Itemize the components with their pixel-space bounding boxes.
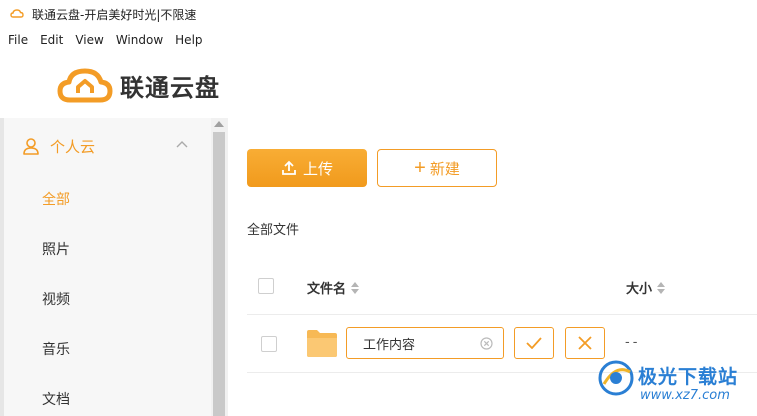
sidebar-item-music[interactable]: 音乐: [4, 324, 210, 374]
watermark-url: www.xz7.com: [640, 388, 730, 403]
watermark: 极光下载站 www.xz7.com: [596, 356, 757, 416]
cloud-logo-icon: [57, 68, 113, 103]
plus-icon: +: [414, 157, 426, 179]
sidebar-item-videos[interactable]: 视频: [4, 274, 210, 324]
menu-bar: File Edit View Window Help: [0, 28, 757, 52]
user-icon: [23, 138, 39, 155]
new-button[interactable]: + 新建: [377, 149, 497, 187]
sidebar: 个人云 全部 照片 视频 音乐 文档: [4, 118, 228, 416]
scroll-up-arrow-icon[interactable]: [214, 121, 224, 127]
sidebar-section-label: 个人云: [50, 137, 96, 156]
row-checkbox[interactable]: [261, 336, 277, 352]
menu-window[interactable]: Window: [116, 33, 163, 47]
column-size-label: 大小: [626, 282, 653, 297]
file-table-header: 文件名 大小: [247, 259, 757, 315]
header: 联通云盘: [0, 52, 757, 118]
upload-button[interactable]: 上传: [247, 149, 367, 187]
new-button-label: 新建: [429, 160, 460, 178]
menu-file[interactable]: File: [8, 33, 28, 47]
sidebar-scroll-thumb[interactable]: [213, 132, 225, 416]
window-title: 联通云盘-开启美好时光|不限速: [32, 7, 197, 22]
chevron-up-icon[interactable]: [176, 140, 188, 148]
column-header-size[interactable]: 大小: [626, 278, 666, 297]
check-icon: [526, 337, 542, 349]
brand-name: 联通云盘: [120, 73, 220, 102]
rename-field[interactable]: [346, 327, 504, 359]
sidebar-item-documents[interactable]: 文档: [4, 374, 210, 416]
column-header-name[interactable]: 文件名: [307, 278, 360, 297]
sidebar-item-all[interactable]: 全部: [4, 174, 210, 224]
file-size: --: [625, 335, 641, 350]
watermark-title: 极光下载站: [638, 366, 739, 388]
column-name-label: 文件名: [307, 282, 347, 297]
close-icon: [578, 336, 592, 350]
app-logo-icon: [10, 9, 24, 18]
sidebar-item-photos[interactable]: 照片: [4, 224, 210, 274]
rename-input[interactable]: [347, 328, 477, 358]
menu-help[interactable]: Help: [175, 33, 202, 47]
watermark-logo-icon: [598, 360, 634, 396]
breadcrumb[interactable]: 全部文件: [247, 219, 299, 238]
select-all-checkbox[interactable]: [258, 278, 274, 294]
confirm-rename-button[interactable]: [514, 327, 554, 359]
cancel-rename-button[interactable]: [565, 327, 605, 359]
sort-icon: [351, 281, 360, 294]
menu-view[interactable]: View: [75, 33, 103, 47]
upload-button-label: 上传: [302, 160, 333, 178]
clear-icon[interactable]: [480, 337, 493, 350]
sidebar-section-personal-cloud[interactable]: 个人云: [4, 118, 210, 174]
menu-edit[interactable]: Edit: [40, 33, 63, 47]
title-bar: 联通云盘-开启美好时光|不限速: [0, 0, 757, 28]
sort-icon: [657, 281, 666, 294]
brand-logo: 联通云盘: [56, 66, 220, 104]
folder-icon: [307, 330, 337, 357]
upload-icon: [282, 160, 296, 175]
